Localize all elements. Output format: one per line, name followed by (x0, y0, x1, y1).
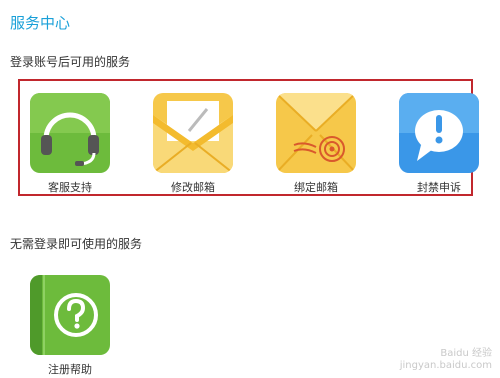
change-email-tile[interactable] (153, 93, 233, 173)
exclamation-bubble-icon (399, 93, 479, 173)
support-tile[interactable] (30, 93, 110, 173)
bind-email-tile[interactable] (276, 93, 356, 173)
registration-help-tile[interactable] (30, 275, 110, 355)
section-title-logged-in: 登录账号后可用的服务 (10, 55, 131, 69)
question-book-icon (30, 275, 110, 355)
watermark-line2: jingyan.baidu.com (399, 360, 492, 371)
bind-email-label[interactable]: 绑定邮箱 (271, 179, 361, 195)
support-label[interactable]: 客服支持 (25, 179, 115, 195)
watermark: Baidu 经验 jingyan.baidu.com (400, 348, 492, 372)
change-email-label[interactable]: 修改邮箱 (148, 179, 238, 195)
watermark-line1: Baidu 经验 (440, 348, 492, 359)
headset-icon (30, 93, 110, 173)
page-title: 服务中心 (10, 14, 71, 32)
section-title-no-login: 无需登录即可使用的服务 (10, 237, 143, 251)
registration-help-label[interactable]: 注册帮助 (25, 361, 115, 377)
envelope-pen-icon (153, 93, 233, 173)
ban-appeal-label[interactable]: 封禁申诉 (394, 179, 484, 195)
envelope-seal-icon (276, 93, 356, 173)
ban-appeal-tile[interactable] (399, 93, 479, 173)
